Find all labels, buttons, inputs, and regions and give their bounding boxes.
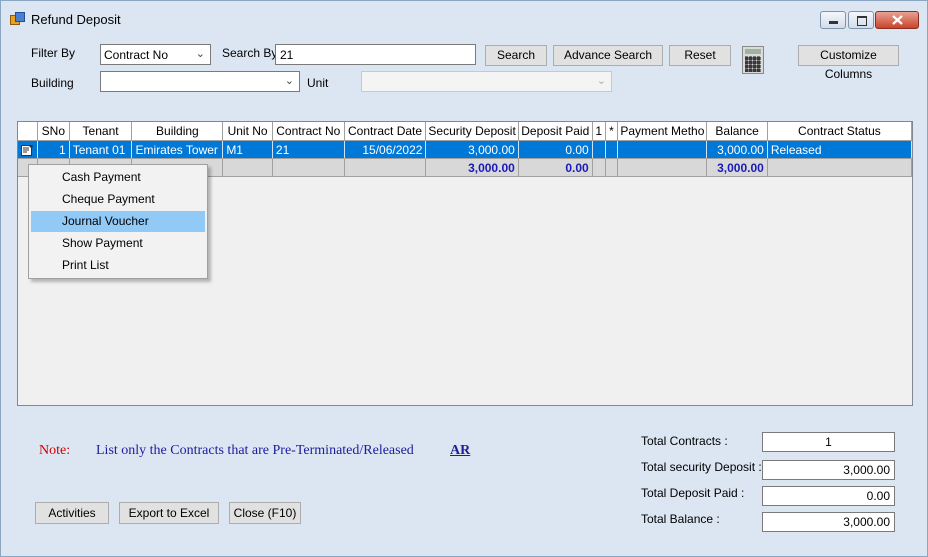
- reset-button[interactable]: Reset: [669, 45, 731, 66]
- cell-tenant[interactable]: Tenant 01: [69, 140, 133, 159]
- total-security-deposit-field: 3,000.00: [762, 460, 895, 480]
- cell-balance[interactable]: 3,000.00: [706, 140, 768, 159]
- refund-deposit-window: Refund Deposit Filter By Contract No ⌄ S…: [0, 0, 928, 557]
- cell-star[interactable]: [605, 140, 619, 159]
- col-header-star[interactable]: *: [605, 122, 619, 141]
- app-icon: [10, 12, 25, 25]
- cell-security-deposit[interactable]: 3,000.00: [425, 140, 519, 159]
- col-header-contract-status[interactable]: Contract Status: [767, 122, 912, 141]
- chevron-down-icon: ⌄: [596, 75, 606, 87]
- ar-link[interactable]: AR: [450, 443, 470, 459]
- col-header-tenant[interactable]: Tenant: [69, 122, 133, 141]
- close-window-button[interactable]: [875, 11, 919, 29]
- building-label: Building: [31, 76, 74, 90]
- menu-item-journal-voucher[interactable]: Journal Voucher: [31, 211, 205, 232]
- close-icon: [892, 15, 903, 25]
- minimize-icon: [829, 21, 838, 24]
- close-f10-button[interactable]: Close (F10): [229, 502, 301, 524]
- cell-1[interactable]: [592, 140, 606, 159]
- total-security-deposit: 3,000.00: [425, 158, 519, 177]
- row-header-corner: [18, 122, 38, 141]
- search-input[interactable]: [275, 44, 476, 65]
- search-by-label: Search By: [222, 46, 278, 60]
- advance-search-button[interactable]: Advance Search: [553, 45, 663, 66]
- menu-item-cash-payment[interactable]: Cash Payment: [31, 167, 205, 188]
- table-row[interactable]: 1 Tenant 01 Emirates Tower M1 21 15/06/2…: [18, 140, 912, 159]
- calculator-icon[interactable]: [742, 46, 764, 74]
- total-deposit-paid: 0.00: [518, 158, 593, 177]
- minimize-button[interactable]: [820, 11, 846, 29]
- grid-header-row: SNo Tenant Building Unit No Contract No …: [18, 122, 912, 141]
- cell-contract-status[interactable]: Released: [767, 140, 912, 159]
- maximize-icon: [857, 16, 867, 26]
- total-deposit-paid-field: 0.00: [762, 486, 895, 506]
- col-header-unit-no[interactable]: Unit No: [222, 122, 273, 141]
- filter-by-select[interactable]: Contract No ⌄: [100, 44, 211, 65]
- total-contracts-label: Total Contracts :: [641, 434, 728, 448]
- context-menu: Cash Payment Cheque Payment Journal Vouc…: [28, 164, 208, 279]
- maximize-button[interactable]: [848, 11, 874, 29]
- cell-unit-no[interactable]: M1: [222, 140, 273, 159]
- note-text: List only the Contracts that are Pre-Ter…: [96, 443, 414, 458]
- col-header-security-deposit[interactable]: Security Deposit: [425, 122, 519, 141]
- menu-item-print-list[interactable]: Print List: [31, 255, 205, 276]
- cell-deposit-paid[interactable]: 0.00: [518, 140, 593, 159]
- total-security-deposit-label: Total security Deposit :: [641, 460, 762, 474]
- cell-sno[interactable]: 1: [37, 140, 70, 159]
- menu-item-show-payment[interactable]: Show Payment: [31, 233, 205, 254]
- col-header-building[interactable]: Building: [131, 122, 224, 141]
- building-select[interactable]: ⌄: [100, 71, 300, 92]
- edit-row-icon: [21, 145, 33, 156]
- row-header[interactable]: [18, 140, 38, 159]
- menu-item-cheque-payment[interactable]: Cheque Payment: [31, 189, 205, 210]
- filter-by-label: Filter By: [31, 46, 76, 60]
- total-contracts-field: 1: [762, 432, 895, 452]
- export-to-excel-button[interactable]: Export to Excel: [119, 502, 219, 524]
- col-header-contract-no[interactable]: Contract No: [272, 122, 345, 141]
- cell-contract-no[interactable]: 21: [272, 140, 345, 159]
- search-button[interactable]: Search: [485, 45, 547, 66]
- unit-select[interactable]: ⌄: [361, 71, 612, 92]
- chevron-down-icon: ⌄: [284, 75, 294, 87]
- total-balance: 3,000.00: [706, 158, 768, 177]
- total-deposit-paid-label: Total Deposit Paid :: [641, 486, 745, 500]
- window-title: Refund Deposit: [31, 12, 121, 27]
- chevron-down-icon: ⌄: [195, 48, 205, 60]
- customize-columns-button[interactable]: Customize Columns: [798, 45, 899, 81]
- total-balance-field: 3,000.00: [762, 512, 895, 532]
- col-header-payment-method[interactable]: Payment Metho: [617, 122, 708, 141]
- col-header-1[interactable]: 1: [592, 122, 606, 141]
- cell-building[interactable]: Emirates Tower: [131, 140, 224, 159]
- title-bar: Refund Deposit: [1, 1, 927, 37]
- cell-payment-method[interactable]: [617, 140, 708, 159]
- filter-by-value: Contract No: [104, 48, 169, 62]
- col-header-sno[interactable]: SNo: [37, 122, 70, 141]
- cell-contract-date[interactable]: 15/06/2022: [344, 140, 427, 159]
- col-header-contract-date[interactable]: Contract Date: [344, 122, 427, 141]
- total-balance-label: Total Balance :: [641, 512, 720, 526]
- note-label: Note:: [39, 443, 71, 458]
- col-header-balance[interactable]: Balance: [706, 122, 768, 141]
- activities-button[interactable]: Activities: [35, 502, 109, 524]
- unit-label: Unit: [307, 76, 329, 90]
- col-header-deposit-paid[interactable]: Deposit Paid: [518, 122, 593, 141]
